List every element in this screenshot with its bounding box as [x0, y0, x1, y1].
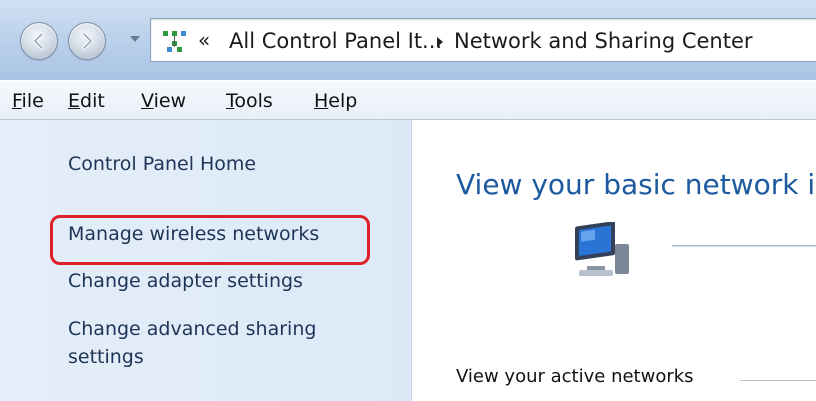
menu-help[interactable]: Help [314, 90, 357, 112]
change-adapter-settings-link[interactable]: Change adapter settings [68, 267, 303, 295]
menu-file[interactable]: File [12, 90, 44, 112]
forward-arrow-icon [82, 32, 93, 50]
forward-button[interactable] [68, 22, 106, 60]
back-arrow-icon [33, 32, 44, 50]
control-panel-home-link[interactable]: Control Panel Home [68, 150, 256, 178]
computer-icon [575, 222, 629, 276]
breadcrumb-separator-icon[interactable] [437, 37, 443, 47]
network-connection-line [672, 245, 816, 247]
active-networks-heading: View your active networks [456, 366, 694, 387]
menu-bar: File Edit View Tools Help [0, 80, 816, 120]
breadcrumb-network-sharing-center[interactable]: Network and Sharing Center [454, 29, 753, 53]
change-advanced-sharing-settings-link[interactable]: Change advanced sharing settings [68, 315, 358, 371]
task-pane: Control Panel Home Manage wireless netwo… [0, 120, 412, 401]
menu-edit[interactable]: Edit [68, 90, 105, 112]
network-control-panel-icon [163, 31, 186, 52]
window-titlebar: « All Control Panel It... Network and Sh… [0, 0, 816, 80]
address-overflow-chevron[interactable]: « [198, 28, 210, 52]
address-bar[interactable]: « All Control Panel It... Network and Sh… [150, 18, 816, 62]
back-button[interactable] [20, 22, 58, 60]
menu-view[interactable]: View [141, 90, 186, 112]
section-divider [740, 380, 816, 381]
recent-pages-dropdown[interactable] [130, 36, 140, 42]
page-title: View your basic network i [456, 168, 816, 201]
breadcrumb-all-control-panel[interactable]: All Control Panel It... [229, 29, 442, 53]
manage-wireless-networks-link[interactable]: Manage wireless networks [68, 220, 319, 248]
menu-tools[interactable]: Tools [226, 90, 273, 112]
